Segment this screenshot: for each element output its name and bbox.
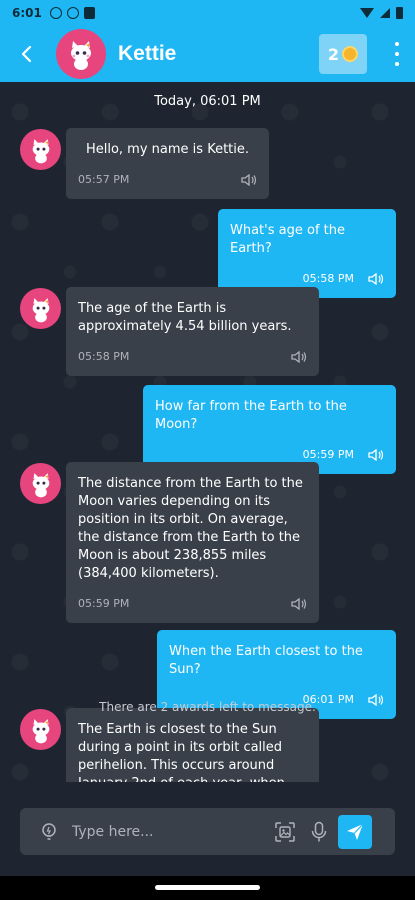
system-navigation-bar: [0, 876, 415, 900]
coin-icon: [342, 46, 359, 62]
send-button[interactable]: [338, 814, 372, 849]
status-settings-icon: [49, 7, 62, 19]
message-text: The age of the Earth is approximately 4.…: [78, 301, 292, 334]
message-composer: [20, 808, 395, 855]
chat-header: Kettie 2: [0, 26, 415, 82]
message-time: 05:59 PM: [78, 597, 130, 610]
chat-title: Kettie: [118, 42, 177, 65]
message-bubble-bot: The age of the Earth is approximately 4.…: [66, 287, 319, 376]
status-bar: 6:01: [0, 0, 415, 26]
bot-avatar[interactable]: [20, 129, 61, 170]
cat-avatar-icon: [71, 41, 91, 70]
award-count: 2: [327, 44, 340, 64]
cat-avatar-icon: [32, 718, 49, 743]
lightbulb-icon[interactable]: [40, 822, 58, 841]
speaker-icon[interactable]: [291, 598, 307, 610]
status-sync-icon: [66, 7, 79, 19]
microphone-icon[interactable]: [310, 821, 328, 843]
message-text: Hello, my name is Kettie.: [85, 142, 250, 157]
speaker-icon[interactable]: [368, 273, 384, 285]
message-text: The Earth is closest to the Sun during a…: [78, 722, 285, 782]
message-bubble-bot: The Earth is closest to the Sun during a…: [66, 708, 319, 782]
cat-avatar-icon: [32, 138, 49, 163]
message-bubble-user: What's age of the Earth? 05:58 PM: [218, 209, 396, 298]
signal-icon: [380, 8, 390, 18]
message-bubble-user: How far from the Earth to the Moon? 05:5…: [143, 385, 396, 474]
arrow-left-icon[interactable]: [16, 43, 38, 65]
cat-avatar-icon: [32, 472, 49, 497]
status-sim-icon: [83, 7, 95, 19]
send-icon: [347, 823, 364, 840]
bot-avatar[interactable]: [20, 288, 61, 329]
awards-notice: There are 2 awards left to message.: [99, 700, 316, 714]
message-bubble-bot: The distance from the Earth to the Moon …: [66, 462, 319, 623]
chat-area[interactable]: Today, 06:01 PM Hello, my name is Kettie…: [0, 82, 415, 794]
speaker-icon[interactable]: [291, 351, 307, 363]
award-counter-button[interactable]: 2: [319, 34, 367, 74]
message-time: 05:57 PM: [78, 173, 130, 186]
home-indicator[interactable]: [155, 885, 260, 890]
bot-avatar[interactable]: [20, 463, 61, 504]
message-time: 05:58 PM: [78, 350, 130, 363]
speaker-icon[interactable]: [241, 174, 257, 186]
message-bubble-bot: Hello, my name is Kettie. 05:57 PM: [66, 128, 269, 199]
cat-avatar-icon: [32, 297, 49, 322]
message-text: What's age of the Earth?: [230, 223, 345, 256]
date-separator: Today, 06:01 PM: [154, 94, 261, 109]
message-input[interactable]: [72, 823, 262, 840]
image-scan-icon[interactable]: [274, 821, 296, 843]
wifi-icon: [360, 8, 374, 18]
status-time: 6:01: [12, 6, 42, 20]
more-vertical-icon[interactable]: [391, 42, 403, 66]
speaker-icon[interactable]: [368, 449, 384, 461]
message-text: The distance from the Earth to the Moon …: [78, 476, 303, 581]
avatar[interactable]: [56, 29, 106, 79]
message-text: When the Earth closest to the Sun?: [169, 644, 363, 677]
bot-avatar[interactable]: [20, 709, 61, 750]
battery-icon: [396, 7, 403, 19]
message-text: How far from the Earth to the Moon?: [155, 399, 347, 432]
message-time: 05:58 PM: [302, 272, 354, 285]
